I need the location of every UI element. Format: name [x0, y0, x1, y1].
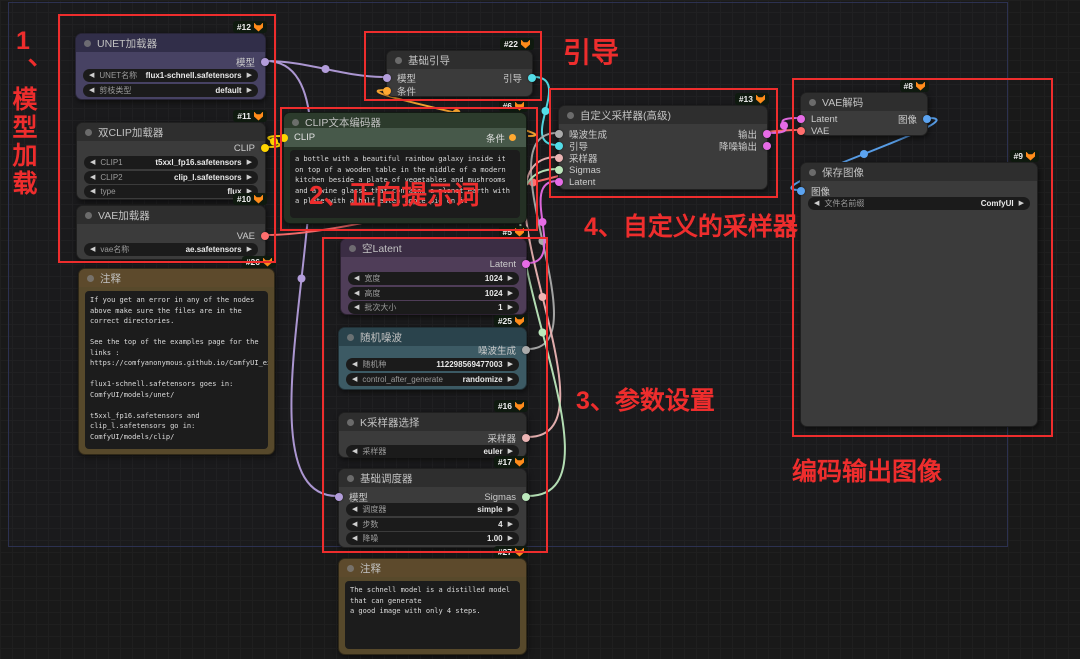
annotation-box-3: [364, 31, 542, 101]
node-canvas[interactable]: UNET加载器#12模型◀UNET名称flux1-schnell.safeten…: [0, 0, 1080, 659]
annotation-label-5: 3、参数设置: [576, 388, 715, 415]
note-schnell-node[interactable]: 注释#27The schnell model is a distilled mo…: [338, 558, 527, 655]
note-directories-text[interactable]: If you get an error in any of the nodes …: [85, 291, 268, 449]
annotation-label-6: 编码输出图像: [792, 459, 942, 486]
collapse-dot[interactable]: [87, 275, 94, 282]
annotation-label-3: 引导: [563, 38, 619, 68]
node-title: 注释: [360, 561, 381, 576]
annotation-box-1: [58, 14, 276, 263]
node-title: 注释: [100, 271, 121, 286]
node-header[interactable]: 注释: [79, 269, 274, 287]
annotation-box-6: [792, 78, 1053, 437]
note-schnell-text[interactable]: The schnell model is a distilled model t…: [345, 581, 520, 649]
annotation-box-4: [549, 88, 778, 198]
annotation-label-2: 2、正向提示词: [309, 181, 479, 209]
annotation-label-1: 1、模型加载: [9, 27, 36, 198]
annotation-box-2: [280, 107, 538, 231]
note-directories-node[interactable]: 注释#26If you get an error in any of the n…: [78, 268, 275, 455]
node-header[interactable]: 注释: [339, 559, 526, 577]
annotation-label-4: 4、自定义的采样器: [584, 214, 798, 241]
collapse-dot[interactable]: [347, 565, 354, 572]
annotation-box-5: [322, 237, 548, 553]
